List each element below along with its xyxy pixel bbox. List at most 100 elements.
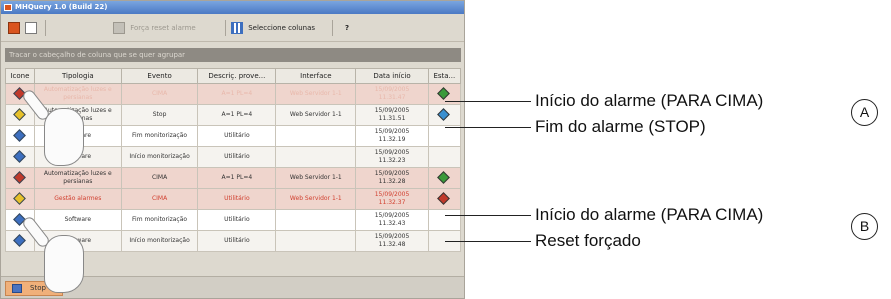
event-type-icon	[13, 108, 26, 121]
cell-tipologia: Automatização luzes e persianas	[33, 167, 122, 189]
state-icon	[437, 171, 451, 184]
app-icon	[4, 4, 12, 11]
force-reset-label: Força reset alarme	[130, 24, 196, 32]
event-type-icon	[13, 234, 26, 247]
force-reset-button[interactable]: Força reset alarme	[113, 20, 196, 36]
column-header-icone[interactable]: Icone	[5, 68, 35, 84]
cell-descricao: A=1 PL=4	[197, 83, 277, 105]
cell-interface: Web Servidor 1-1	[275, 167, 357, 189]
group-by-bar[interactable]: Tracar o cabeçalho de coluna que se quer…	[5, 48, 461, 62]
cell-tipologia: Software	[33, 209, 122, 231]
cell-time: 11.32.37	[378, 199, 406, 206]
export-icon	[8, 22, 20, 34]
cell-evento: Fim monitorização	[120, 209, 199, 231]
cell-data-inicio: 15/09/2005 11.32.19	[355, 125, 429, 147]
table-row[interactable]: Gestão alarmes CIMA Utilitário Web Servidor…	[5, 188, 462, 210]
cell-date: 15/09/2005	[374, 107, 410, 114]
cell-data-inicio: 15/09/2005 11.31.51	[355, 104, 429, 126]
column-header-estado[interactable]: Esta...	[427, 68, 462, 84]
cell-descricao: Utilitário	[197, 146, 277, 168]
callout-circle-b: B	[851, 213, 878, 240]
cell-time: 11.32.48	[378, 241, 406, 248]
cell-time: 11.31.51	[378, 115, 406, 122]
table-row[interactable]: Automatização luzes e persianas CIMA A=1 P…	[5, 83, 462, 105]
cell-evento: Início monitorização	[120, 230, 199, 252]
cell-evento: Stop	[120, 104, 199, 126]
table-row[interactable]: SoftwareFim monitorizaçãoUtilitário 15/09…	[5, 209, 462, 231]
help-button[interactable]: ?	[345, 20, 349, 36]
toolbar-divider	[45, 20, 46, 36]
row-type-icon-cell	[5, 146, 35, 168]
annotation-alarm-end-a: Fim do alarme (STOP)	[535, 117, 706, 136]
leader-line	[445, 215, 531, 217]
group-by-placeholder: Tracar o cabeçalho de coluna que se quer…	[9, 51, 186, 59]
select-columns-label: Seleccione colunas	[248, 24, 316, 32]
row-type-icon-cell	[5, 188, 35, 210]
cell-date: 15/09/2005	[374, 191, 410, 198]
stop-icon	[12, 284, 22, 293]
cell-descricao: Utilitário	[197, 188, 277, 210]
cell-time: 11.32.23	[378, 157, 406, 164]
window-title: MHQuery 1.0 (Build 22)	[15, 3, 108, 11]
cell-data-inicio: 15/09/2005 11.31.47	[355, 83, 429, 105]
annotation-alarm-start-b: Início do alarme (PARA CIMA)	[535, 205, 764, 224]
cell-estado	[427, 167, 462, 189]
cell-interface	[275, 230, 357, 252]
help-label: ?	[345, 24, 350, 32]
cell-tipologia: Automatização luzes e persianas	[33, 83, 122, 105]
column-header-descricao[interactable]: Descriç. prove...	[197, 68, 277, 84]
cell-date: 15/09/2005	[374, 86, 410, 93]
callout-circle-a: A	[851, 99, 878, 126]
cell-evento: CIMA	[120, 188, 199, 210]
document-icon	[25, 22, 37, 34]
event-type-icon	[13, 150, 26, 163]
export-button[interactable]	[8, 20, 23, 36]
cell-date: 15/09/2005	[374, 128, 410, 135]
event-type-icon	[13, 192, 26, 205]
cell-descricao: A=1 PL=4	[197, 104, 277, 126]
cell-estado	[427, 209, 462, 231]
cell-time: 11.32.43	[378, 220, 406, 227]
cell-date: 15/09/2005	[374, 212, 410, 219]
cell-data-inicio: 15/09/2005 11.32.48	[355, 230, 429, 252]
leader-line	[445, 101, 531, 103]
cell-interface: Web Servidor 1-1	[275, 104, 357, 126]
cell-data-inicio: 15/09/2005 11.32.28	[355, 167, 429, 189]
column-header-data-inicio[interactable]: Data início	[355, 68, 429, 84]
table-row[interactable]: Automatização luzes e persianas CIMA A=1 P…	[5, 167, 462, 189]
toolbar: Força reset alarme Seleccione colunas ?	[1, 14, 464, 42]
column-header-interface[interactable]: Interface	[275, 68, 357, 84]
cell-interface: Web Servidor 1-1	[275, 83, 357, 105]
cell-date: 15/09/2005	[374, 170, 410, 177]
annotation-alarm-start-a: Início do alarme (PARA CIMA)	[535, 91, 764, 110]
cell-evento: CIMA	[120, 83, 199, 105]
cell-data-inicio: 15/09/2005 11.32.23	[355, 146, 429, 168]
cell-evento: Início monitorização	[120, 146, 199, 168]
cell-evento: CIMA	[120, 167, 199, 189]
cell-evento: Fim monitorização	[120, 125, 199, 147]
print-button[interactable]	[25, 20, 40, 36]
cell-estado	[427, 104, 462, 126]
annotation-forced-reset-b: Reset forçado	[535, 231, 641, 250]
cell-estado	[427, 125, 462, 147]
cell-estado	[427, 146, 462, 168]
cell-estado	[427, 188, 462, 210]
reset-icon	[113, 22, 125, 34]
cell-date: 15/09/2005	[374, 233, 410, 240]
event-type-icon	[13, 129, 26, 142]
cell-time: 11.32.28	[378, 178, 406, 185]
cell-date: 15/09/2005	[374, 149, 410, 156]
cell-time: 11.31.47	[378, 94, 406, 101]
select-columns-button[interactable]: Seleccione colunas	[231, 20, 315, 36]
column-header-evento[interactable]: Evento	[120, 68, 199, 84]
cell-descricao: Utilitário	[197, 125, 277, 147]
cell-descricao: Utilitário	[197, 209, 277, 231]
column-header-tipologia[interactable]: Tipologia	[33, 68, 122, 84]
cell-descricao: Utilitário	[197, 230, 277, 252]
cell-descricao: A=1 PL=4	[197, 167, 277, 189]
stop-label: Stop	[30, 284, 46, 292]
toolbar-divider	[332, 20, 333, 36]
event-type-icon	[13, 171, 26, 184]
cell-tipologia: Gestão alarmes	[33, 188, 122, 210]
state-icon	[437, 108, 451, 121]
